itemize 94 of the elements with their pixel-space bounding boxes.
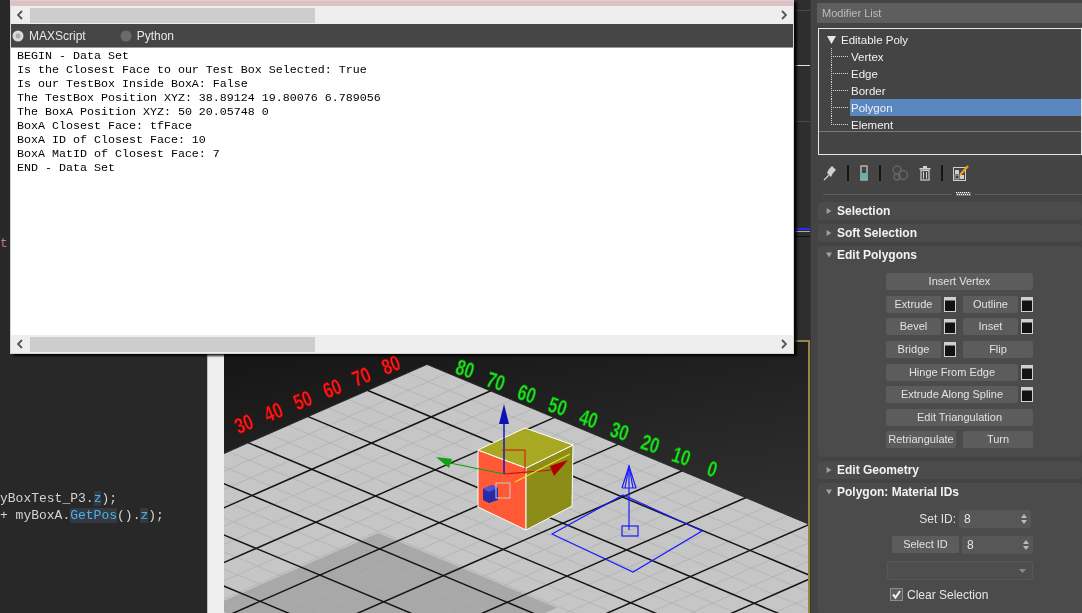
command-button[interactable]: Extrude (886, 295, 941, 313)
caret-right-icon[interactable] (826, 467, 832, 474)
scene-number: 0 (704, 456, 721, 482)
scene-number: 50 (290, 385, 316, 415)
settings-window-icon[interactable] (944, 341, 956, 357)
command-button[interactable]: Insert Vertex (886, 273, 1033, 290)
scene-number: 80 (452, 354, 478, 384)
caret-right-icon[interactable] (826, 230, 832, 236)
dropdown-field[interactable] (887, 561, 1033, 581)
spinner-arrows-icon[interactable] (1023, 540, 1029, 550)
scene-number: 60 (514, 379, 540, 409)
horizontal-scrollbar[interactable] (11, 6, 793, 24)
checkbox-icon[interactable] (890, 588, 903, 602)
scene-number: 80 (378, 350, 404, 380)
radio-icon[interactable] (12, 29, 24, 42)
command-button[interactable]: Retriangulate (886, 431, 956, 449)
output-line: BoxA MatID of Closest Face: 7 (17, 147, 220, 161)
scene-number: 10 (669, 442, 694, 471)
field-label: Set ID: (918, 512, 956, 527)
output-line: The BoxA Position XYZ: 50 20.05748 0 (17, 105, 269, 119)
trash-icon[interactable] (919, 165, 931, 181)
tree-line (831, 82, 849, 99)
checkbox[interactable]: Clear Selection (886, 588, 989, 602)
modifier-list-dropdown[interactable]: Modifier List (817, 3, 1082, 23)
output-line: BoxA Closest Face: tfFace (17, 119, 192, 133)
stack-item[interactable]: Polygon (850, 99, 1081, 116)
output-line: The TestBox Position XYZ: 38.89124 19.80076 6.789056 (17, 91, 381, 105)
command-button[interactable]: Select ID (891, 536, 959, 554)
command-button[interactable]: Turn (963, 431, 1033, 449)
output-line: Is the Closest Face to our Test Box Selected: True (17, 63, 367, 77)
chevron-right-icon[interactable] (781, 339, 787, 349)
output-line: END - Data Set (17, 161, 115, 175)
command-button[interactable]: Extrude Along Spline (886, 386, 1018, 404)
stack-item[interactable]: Vertex (850, 48, 1081, 65)
command-button[interactable]: Bevel (886, 318, 941, 336)
command-button[interactable]: Flip (963, 340, 1033, 358)
rollout-header[interactable]: Edit Polygons (818, 246, 1082, 264)
command-button[interactable]: Edit Triangulation (886, 408, 1033, 426)
command-button[interactable]: Inset (963, 318, 1018, 336)
rollout-header[interactable]: Polygon: Material IDs (818, 483, 1082, 502)
id-spinner-field[interactable]: 8 (959, 510, 1031, 529)
input-pane[interactable] (11, 1, 793, 6)
command-button[interactable]: Outline (963, 295, 1018, 313)
chevron-right-icon[interactable] (781, 10, 787, 20)
tree-line (831, 65, 849, 82)
code-line: t (0, 235, 8, 252)
stack-item[interactable]: Edge (850, 65, 1081, 82)
rollout-header[interactable]: Soft Selection (818, 224, 1082, 242)
tree-line (831, 48, 849, 65)
output-line: Is our TestBox Inside BoxA: False (17, 77, 248, 91)
scene-number: 40 (260, 397, 287, 427)
stack-item[interactable]: Editable Poly (819, 31, 913, 48)
command-button[interactable]: Hinge From Edge (886, 363, 1018, 381)
settings-window-icon[interactable] (1021, 296, 1033, 312)
caret-right-icon[interactable] (826, 208, 832, 214)
id-spinner-field[interactable]: 8 (961, 536, 1033, 554)
grid-pencil-icon[interactable] (953, 165, 969, 181)
settings-window-icon[interactable] (1021, 387, 1033, 403)
scene-number: 60 (319, 374, 345, 404)
test-tube-icon[interactable] (859, 165, 869, 181)
scene-number: 30 (607, 417, 632, 446)
scene-number: 50 (545, 392, 570, 421)
settings-window-icon[interactable] (1021, 319, 1033, 335)
scene-number: 40 (576, 404, 601, 434)
chevron-left-icon[interactable] (17, 339, 23, 349)
code-line: yBoxTest_P3.z); (0, 490, 118, 507)
rollout-header[interactable]: Edit Geometry (818, 461, 1082, 480)
scene-number: 20 (638, 429, 663, 459)
pin-icon[interactable] (823, 165, 837, 181)
caret-down-icon[interactable] (826, 489, 832, 496)
settings-window-icon[interactable] (944, 319, 956, 335)
settings-window-icon[interactable] (1021, 364, 1033, 380)
scene-number: 30 (231, 409, 257, 439)
resize-grip-icon[interactable] (955, 192, 971, 196)
caret-down-icon[interactable] (826, 252, 832, 258)
stack-item[interactable]: Border (850, 82, 1081, 99)
rollout-header[interactable]: Selection (818, 202, 1082, 220)
settings-window-icon[interactable] (944, 296, 956, 312)
scene-number: 70 (348, 362, 375, 392)
command-button[interactable]: Bridge (886, 340, 941, 358)
scrollbar-thumb[interactable] (30, 7, 315, 23)
radio-option[interactable]: MAXScript (12, 28, 86, 43)
output-line: BoxA ID of Closest Face: 10 (17, 133, 206, 147)
scrollbar-thumb[interactable] (30, 336, 315, 352)
caret-down-icon[interactable] (827, 35, 836, 44)
horizontal-scrollbar[interactable] (11, 335, 793, 353)
spinner-arrows-icon[interactable] (1021, 514, 1027, 525)
code-line: + myBoxA.GetPos().z); (0, 507, 164, 524)
output-line: BEGIN - Data Set (17, 49, 129, 63)
stack-item[interactable]: Element (850, 116, 1081, 133)
scene-number: 70 (483, 367, 509, 396)
radio-option[interactable]: Python (119, 28, 175, 43)
radio-icon[interactable] (119, 29, 132, 42)
chevron-left-icon[interactable] (17, 10, 23, 20)
